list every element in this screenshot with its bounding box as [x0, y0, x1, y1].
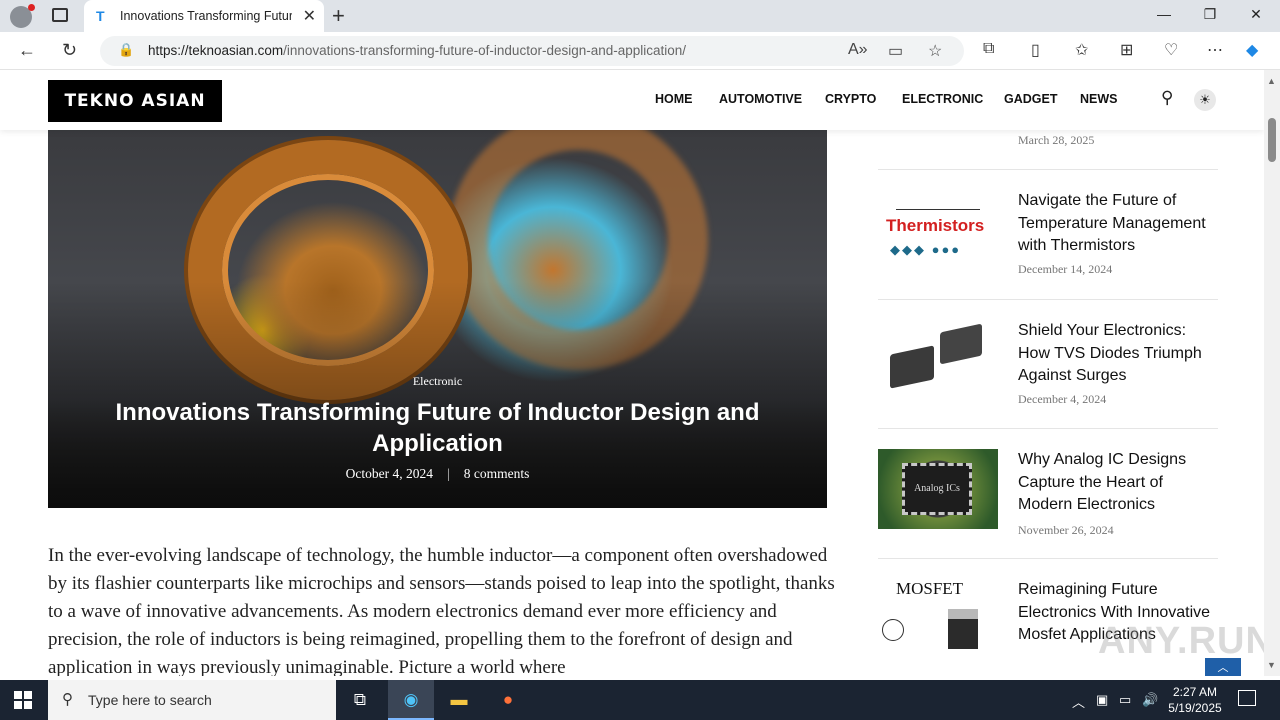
url-text[interactable]: https://teknoasian.com/innovations-trans… [148, 43, 686, 58]
sidebar-date: March 28, 2025 [1018, 133, 1095, 147]
notification-dot-icon [28, 4, 35, 11]
menu-gadget[interactable]: GADGET [1004, 92, 1057, 106]
close-tab-icon[interactable]: ✕ [303, 6, 316, 26]
network-icon[interactable]: ▭ [1119, 692, 1131, 708]
sidebar-post-title[interactable]: Why Analog IC Designs Capture the Heart … [1018, 449, 1218, 517]
site-favicon-icon: T [96, 8, 105, 24]
dark-mode-toggle-icon[interactable]: ☀ [1194, 89, 1216, 111]
browser-tabbar: T Innovations Transforming Future of Ind… [0, 0, 1280, 32]
article-meta: October 4, 2024 | 8 comments [48, 466, 827, 482]
restore-icon[interactable]: ❐ [1200, 6, 1220, 23]
sidebar-post[interactable]: Analog ICs Why Analog IC Designs Capture… [878, 428, 1218, 558]
copilot-icon[interactable]: ◆ [1246, 40, 1258, 60]
page-scrollbar[interactable]: ▲ ▼ [1264, 70, 1280, 676]
file-explorer-icon[interactable]: ▬ [447, 688, 471, 712]
immersive-reader-icon[interactable]: ▭ [888, 41, 903, 61]
article-title: Innovations Transforming Future of Induc… [115, 399, 760, 457]
menu-automotive[interactable]: AUTOMOTIVE [719, 92, 802, 106]
edge-browser-icon[interactable]: ◉ [399, 688, 423, 712]
sidebar-post-title[interactable]: Navigate the Future of Temperature Manag… [1018, 190, 1218, 258]
taskbar-search[interactable]: ⚲ Type here to search [48, 680, 336, 720]
collections-icon[interactable]: ⊞ [1120, 40, 1133, 60]
minimize-icon[interactable]: — [1154, 6, 1174, 22]
search-icon[interactable]: ⚲ [1161, 88, 1173, 108]
system-clock[interactable]: 2:27 AM 5/19/2025 [1160, 684, 1230, 716]
thermistor-symbol-icon [896, 194, 980, 210]
browser-toolbar: ← ↻ 🔒 https://teknoasian.com/innovations… [0, 32, 1280, 70]
close-window-icon[interactable]: ✕ [1246, 6, 1266, 23]
sidebar-post-title[interactable]: Shield Your Electronics: How TVS Diodes … [1018, 320, 1218, 388]
firefox-icon[interactable]: ● [496, 688, 520, 712]
mosfet-package-icon [948, 609, 978, 649]
show-hidden-icons-icon[interactable]: ︿ [1072, 692, 1085, 711]
thumbnail-label: Analog ICs [914, 483, 960, 494]
web-page: TEKNO ASIAN HOME AUTOMOTIVE CRYPTO ELECT… [0, 70, 1264, 676]
device-icon[interactable]: ▣ [1096, 692, 1108, 708]
menu-crypto[interactable]: CRYPTO [825, 92, 876, 106]
search-placeholder: Type here to search [88, 692, 212, 708]
windows-taskbar: ⚲ Type here to search ⧉ ◉ ▬ ● ︿ ▣ ▭ 🔊 2:… [0, 680, 1280, 720]
sidebar-post[interactable]: Shield Your Electronics: How TVS Diodes … [878, 299, 1218, 429]
mosfet-symbol-icon [882, 619, 904, 641]
clock-time: 2:27 AM [1172, 685, 1218, 699]
windows-start-icon[interactable] [14, 691, 32, 709]
menu-electronic[interactable]: ELECTRONIC [902, 92, 983, 106]
post-thumbnail[interactable]: MOSFET [878, 579, 998, 659]
browser-tab[interactable]: T Innovations Transforming Future of Ind… [84, 0, 324, 32]
site-logo[interactable]: TEKNO ASIAN [48, 80, 222, 122]
hero-category[interactable]: Electronic [48, 374, 827, 389]
meta-separator: | [447, 466, 450, 481]
address-bar[interactable]: 🔒 https://teknoasian.com/innovations-tra… [100, 36, 964, 66]
scroll-down-icon[interactable]: ▼ [1267, 660, 1276, 670]
tab-title: Innovations Transforming Future of Induc… [120, 9, 292, 23]
sidebar-post-date: November 26, 2024 [1018, 523, 1114, 537]
split-screen-icon[interactable]: ▯ [1031, 40, 1040, 60]
notifications-icon[interactable] [1238, 690, 1256, 706]
watermark: ANY.RUN [1098, 620, 1264, 662]
diode-component-icon [940, 323, 982, 365]
browser-essentials-icon[interactable]: ♡ [1164, 40, 1178, 60]
back-to-top-button[interactable]: ︿ [1205, 658, 1241, 676]
extensions-icon[interactable]: ⧉ [983, 40, 994, 58]
volume-icon[interactable]: 🔊 [1142, 692, 1158, 708]
clock-date: 5/19/2025 [1168, 701, 1222, 715]
back-icon[interactable]: ← [18, 40, 36, 61]
task-view-icon[interactable]: ⧉ [348, 688, 372, 712]
sidebar-post-date: December 14, 2024 [1018, 262, 1113, 276]
article-date: October 4, 2024 [345, 466, 434, 481]
thumbnail-label: Thermistors [886, 216, 985, 235]
new-tab-icon[interactable]: + [332, 3, 345, 29]
site-header: TEKNO ASIAN HOME AUTOMOTIVE CRYPTO ELECT… [0, 70, 1264, 130]
post-thumbnail[interactable]: Thermistors ◆◆◆ ●●● [878, 190, 998, 270]
favorites-icon[interactable]: ✩ [1075, 40, 1088, 60]
refresh-icon[interactable]: ↻ [62, 40, 77, 61]
search-icon: ⚲ [62, 691, 73, 708]
sidebar-post[interactable]: Thermistors ◆◆◆ ●●● Navigate the Future … [878, 169, 1218, 299]
scrollbar-thumb[interactable] [1268, 118, 1276, 162]
menu-home[interactable]: HOME [655, 92, 693, 106]
diode-component-icon [890, 345, 934, 389]
thermistor-components-icon: ◆◆◆ ●●● [890, 242, 962, 257]
read-aloud-icon[interactable]: A» [848, 41, 868, 59]
post-thumbnail[interactable]: Analog ICs [878, 449, 998, 529]
tab-actions-icon[interactable] [52, 8, 68, 22]
settings-more-icon[interactable]: ⋯ [1207, 40, 1223, 60]
thumbnail-label: MOSFET [896, 579, 964, 598]
scroll-up-icon[interactable]: ▲ [1267, 76, 1276, 86]
menu-news[interactable]: NEWS [1080, 92, 1118, 106]
article-body: In the ever-evolving landscape of techno… [48, 545, 835, 676]
favorite-star-icon[interactable]: ☆ [928, 41, 942, 61]
article-comments[interactable]: 8 comments [464, 466, 530, 481]
sidebar-post-date: December 4, 2024 [1018, 392, 1107, 406]
post-thumbnail[interactable] [878, 320, 998, 400]
lock-icon[interactable]: 🔒 [118, 42, 134, 58]
hero-image[interactable]: Electronic Innovations Transforming Futu… [48, 130, 827, 508]
